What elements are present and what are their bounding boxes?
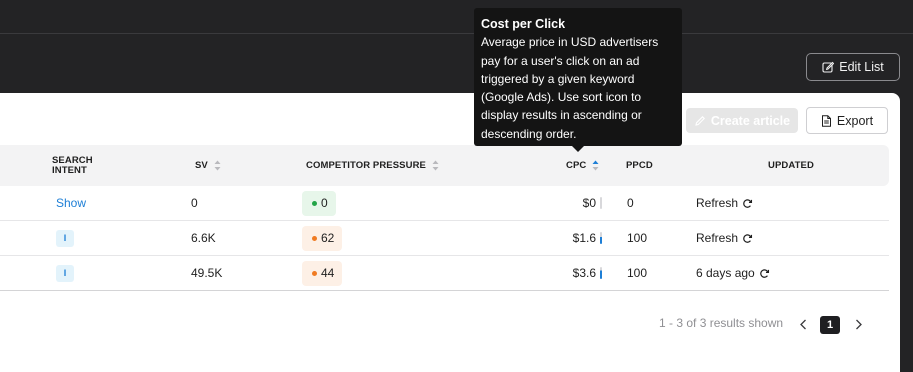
pressure-cell: 0 xyxy=(302,186,336,220)
column-label-ppcd: PPCD xyxy=(626,160,653,171)
tooltip-arrow xyxy=(571,145,585,152)
pagination-summary: 1 - 3 of 3 results shown xyxy=(659,316,784,330)
top-divider xyxy=(0,33,913,34)
table-row: Show 0 0 $0 0 Refresh xyxy=(0,186,889,221)
sv-cell: 0 xyxy=(191,196,198,210)
sv-cell: 6.6K xyxy=(191,231,216,245)
refresh-button[interactable]: Refresh xyxy=(696,221,753,255)
pressure-badge: 44 xyxy=(302,260,343,286)
pressure-value: 62 xyxy=(321,231,335,245)
export-label: Export xyxy=(836,113,874,128)
column-label-cpc: CPC xyxy=(566,160,587,171)
export-button[interactable]: Export xyxy=(806,107,888,134)
sort-icon[interactable] xyxy=(432,160,439,171)
cpc-level-bar xyxy=(600,232,602,244)
refresh-icon xyxy=(759,268,769,278)
pressure-cell: 62 xyxy=(302,221,343,255)
show-intent-link[interactable]: Show xyxy=(56,196,86,210)
document-icon xyxy=(821,114,831,127)
pressure-dot xyxy=(312,270,317,276)
pagination-next-button[interactable] xyxy=(850,316,866,332)
intent-cell: I xyxy=(56,256,74,290)
cpc-cell: $3.6 xyxy=(500,256,602,290)
cpc-value: $0 xyxy=(582,196,596,210)
column-header-sv[interactable]: SV xyxy=(195,145,221,186)
tooltip-title: Cost per Click xyxy=(481,17,566,31)
pagination-page-current[interactable]: 1 xyxy=(820,316,840,334)
tooltip-body: Average price in USD advertisers pay for… xyxy=(481,35,659,141)
table-header: SEARCH INTENT SV COMPETITOR PRESSURE CPC… xyxy=(0,145,889,186)
pressure-dot xyxy=(312,235,317,241)
cpc-cell: $1.6 xyxy=(500,221,602,255)
ppcd-cell: 100 xyxy=(627,231,648,245)
cpc-level-bar xyxy=(600,267,602,279)
ppcd-cell: 0 xyxy=(627,196,634,210)
edit-icon xyxy=(822,61,835,73)
refresh-button[interactable]: Refresh xyxy=(696,186,753,220)
table-row: I 6.6K 62 $1.6 100 Refresh xyxy=(0,221,889,256)
chevron-right-icon xyxy=(855,319,862,329)
pressure-value: 44 xyxy=(321,266,335,280)
sort-icon-active[interactable] xyxy=(592,160,599,171)
intent-badge: I xyxy=(56,229,74,247)
column-header-updated[interactable]: UPDATED xyxy=(768,145,814,186)
cpc-level-bar xyxy=(600,197,602,209)
cpc-tooltip: Cost per Click Average price in USD adve… xyxy=(474,8,682,146)
column-header-search-intent[interactable]: SEARCH INTENT xyxy=(52,145,93,186)
edit-list-label: Edit List xyxy=(839,60,884,74)
column-header-ppcd[interactable]: PPCD xyxy=(626,145,653,186)
column-label-intent: INTENT xyxy=(52,164,87,176)
column-header-competitor-pressure[interactable]: COMPETITOR PRESSURE xyxy=(306,145,439,186)
ppcd-cell: 100 xyxy=(627,266,648,280)
pagination-prev-button[interactable] xyxy=(795,316,811,332)
pressure-badge: 62 xyxy=(302,225,343,251)
keywords-panel: Create article Export SEARCH INTENT SV C… xyxy=(0,93,900,372)
create-article-label: Create article xyxy=(710,113,791,128)
column-label-search: SEARCH xyxy=(52,154,93,166)
column-label-updated: UPDATED xyxy=(768,160,814,171)
create-article-button[interactable]: Create article xyxy=(686,108,798,133)
updated-label: Refresh xyxy=(696,196,739,210)
cpc-cell: $0 xyxy=(500,186,602,220)
cpc-value: $3.6 xyxy=(572,266,596,280)
intent-cell: Show xyxy=(56,186,86,220)
pencil-icon xyxy=(695,115,705,126)
intent-cell: I xyxy=(56,221,74,255)
refresh-icon xyxy=(743,198,753,208)
refresh-icon xyxy=(743,233,753,243)
sv-cell: 49.5K xyxy=(191,266,223,280)
intent-badge: I xyxy=(56,264,74,282)
edit-list-button[interactable]: Edit List xyxy=(806,53,900,81)
cpc-value: $1.6 xyxy=(572,231,596,245)
column-label-competitor-pressure: COMPETITOR PRESSURE xyxy=(306,160,426,171)
updated-label: 6 days ago xyxy=(696,266,755,280)
sort-icon[interactable] xyxy=(214,160,221,171)
pressure-dot xyxy=(312,200,317,206)
chevron-left-icon xyxy=(799,319,806,329)
table-row: I 49.5K 44 $3.6 100 6 days ago xyxy=(0,256,889,291)
pressure-value: 0 xyxy=(321,196,328,210)
column-label-sv: SV xyxy=(195,160,208,171)
pressure-badge: 0 xyxy=(302,190,336,216)
pressure-cell: 44 xyxy=(302,256,343,290)
updated-label: Refresh xyxy=(696,231,739,245)
refresh-button[interactable]: 6 days ago xyxy=(696,256,770,290)
